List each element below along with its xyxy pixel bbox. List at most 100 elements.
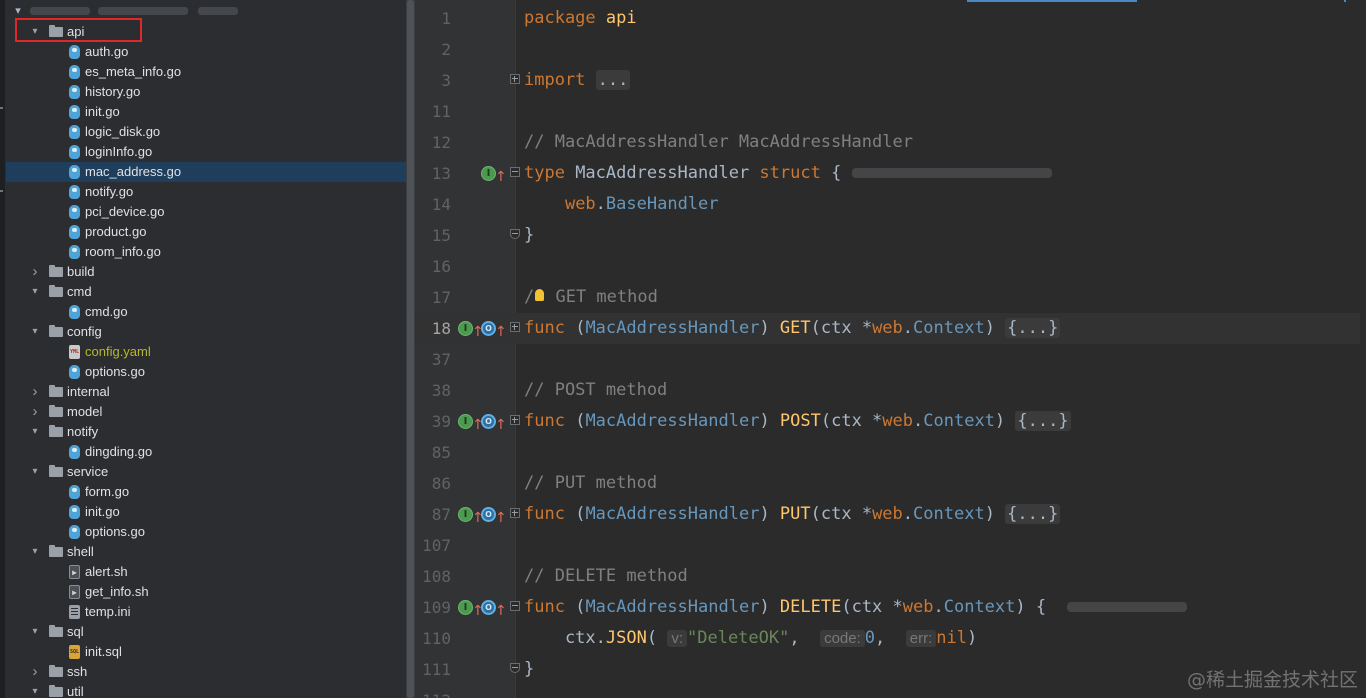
code-line[interactable]: 86 // PUT method [415, 468, 1366, 499]
code-line[interactable]: 37 [415, 344, 1366, 375]
tree-file-item[interactable]: notify.go [6, 182, 406, 202]
chevron-down-icon[interactable]: ▾ [29, 622, 41, 642]
tree-file-item[interactable]: temp.ini [6, 602, 406, 622]
code-line[interactable]: 38 // POST method [415, 375, 1366, 406]
tree-file-item[interactable]: ▶ alert.sh [6, 562, 406, 582]
line-number[interactable]: 38 [415, 375, 451, 406]
code-line[interactable]: 14 web.BaseHandler [415, 189, 1366, 220]
line-number[interactable]: 14 [415, 189, 451, 220]
project-tree[interactable]: ▾ ▾ api auth.go es_meta_info.go history.go in… [0, 0, 406, 698]
tree-folder-shell[interactable]: ▾ shell [6, 542, 406, 562]
tree-file-item[interactable]: product.go [6, 222, 406, 242]
code-line[interactable]: 1 package api [415, 3, 1366, 34]
chevron-right-icon[interactable]: › [29, 262, 41, 282]
line-number[interactable]: 15 [415, 220, 451, 251]
tree-folder-internal[interactable]: › internal [6, 382, 406, 402]
implemented-gutter-icon[interactable]: I [458, 414, 473, 429]
line-number[interactable]: 87 [415, 499, 451, 530]
tree-file-item[interactable]: SQL init.sql [6, 642, 406, 662]
tree-folder-model[interactable]: › model [6, 402, 406, 422]
line-number[interactable]: 18 [415, 313, 451, 344]
tree-file-item[interactable]: cmd.go [6, 302, 406, 322]
fold-expand-icon[interactable] [510, 74, 520, 84]
tree-file-item[interactable]: dingding.go [6, 442, 406, 462]
code-line[interactable]: 85 [415, 437, 1366, 468]
line-number[interactable]: 39 [415, 406, 451, 437]
fold-expand-icon[interactable] [510, 322, 520, 332]
folded-region[interactable]: {...} [1005, 318, 1061, 338]
overrides-gutter-icon[interactable]: O [481, 507, 496, 522]
code-line[interactable]: 16 [415, 251, 1366, 282]
implemented-gutter-icon[interactable]: I [458, 321, 473, 336]
tree-file-item[interactable]: form.go [6, 482, 406, 502]
tree-folder-build[interactable]: › build [6, 262, 406, 282]
tree-file-item[interactable]: logic_disk.go [6, 122, 406, 142]
tree-file-item[interactable]: options.go [6, 522, 406, 542]
code-line[interactable]: 12 // MacAddressHandler MacAddressHandler [415, 127, 1366, 158]
code-line[interactable]: 15} [415, 220, 1366, 251]
tree-file-item[interactable]: YML config.yaml [6, 342, 406, 362]
implemented-gutter-icon[interactable]: I [458, 507, 473, 522]
code-line[interactable]: 3 import ... [415, 65, 1366, 96]
fold-collapse-icon[interactable] [510, 601, 520, 611]
folded-region[interactable]: {...} [1005, 504, 1061, 524]
implemented-gutter-icon[interactable]: I [458, 600, 473, 615]
overrides-gutter-icon[interactable]: O [481, 600, 496, 615]
line-number[interactable]: 2 [415, 34, 451, 65]
implemented-gutter-icon[interactable]: I [481, 166, 496, 181]
code-line[interactable]: 13 I ↑ type MacAddressHandler struct { [415, 158, 1366, 189]
line-number[interactable]: 13 [415, 158, 451, 189]
tree-folder-sql[interactable]: ▾ sql [6, 622, 406, 642]
line-number[interactable]: 11 [415, 96, 451, 127]
scrollbar-thumb[interactable] [407, 0, 414, 698]
tree-folder-ssh[interactable]: › ssh [6, 662, 406, 682]
tree-folder-notify[interactable]: ▾ notify [6, 422, 406, 442]
line-number[interactable]: 85 [415, 437, 451, 468]
chevron-down-icon[interactable]: ▾ [29, 422, 41, 442]
chevron-down-icon[interactable]: ▾ [29, 542, 41, 562]
code-line[interactable]: 11 [415, 96, 1366, 127]
fold-expand-icon[interactable] [510, 508, 520, 518]
line-number[interactable]: 1 [415, 3, 451, 34]
tree-file-item[interactable]: init.go [6, 502, 406, 522]
line-number[interactable]: 12 [415, 127, 451, 158]
chevron-right-icon[interactable]: › [29, 382, 41, 402]
line-number[interactable]: 108 [415, 561, 451, 592]
line-number[interactable]: 37 [415, 344, 451, 375]
fold-collapse-icon[interactable] [510, 229, 520, 239]
line-number[interactable]: 112 [415, 685, 451, 698]
line-number[interactable]: 3 [415, 65, 451, 96]
line-number[interactable]: 109 [415, 592, 451, 623]
code-line[interactable]: 2 [415, 34, 1366, 65]
tree-file-item[interactable]: mac_address.go [6, 162, 406, 182]
tree-folder-cmd[interactable]: ▾ cmd [6, 282, 406, 302]
chevron-down-icon[interactable]: ▾ [12, 4, 24, 17]
code-line[interactable]: 87 I ↑ O ↑ func (MacAddressHandler) PUT(ctx *… [415, 499, 1366, 530]
tree-folder-service[interactable]: ▾ service [6, 462, 406, 482]
chevron-down-icon[interactable]: ▾ [29, 322, 41, 342]
line-number[interactable]: 107 [415, 530, 451, 561]
tree-file-item[interactable]: auth.go [6, 42, 406, 62]
tree-folder-util[interactable]: ▾ util [6, 682, 406, 698]
code-line[interactable]: 17 / GET method [415, 282, 1366, 313]
chevron-down-icon[interactable]: ▾ [29, 462, 41, 482]
fold-collapse-icon[interactable] [510, 167, 520, 177]
tree-file-item[interactable]: init.go [6, 102, 406, 122]
tree-folder-config[interactable]: ▾ config [6, 322, 406, 342]
chevron-down-icon[interactable]: ▾ [29, 282, 41, 302]
tree-file-item[interactable]: room_info.go [6, 242, 406, 262]
tree-file-item[interactable]: history.go [6, 82, 406, 102]
tree-file-item[interactable]: pci_device.go [6, 202, 406, 222]
line-number[interactable]: 110 [415, 623, 451, 654]
tree-file-item[interactable]: loginInfo.go [6, 142, 406, 162]
fold-collapse-icon[interactable] [510, 663, 520, 673]
code-line[interactable]: 108 // DELETE method [415, 561, 1366, 592]
overrides-gutter-icon[interactable]: O [481, 321, 496, 336]
code-editor[interactable]: 1 package api 2 3 import ... 11 12 // MacAddres… [415, 0, 1366, 698]
folded-region[interactable]: ... [595, 70, 631, 90]
line-number[interactable]: 86 [415, 468, 451, 499]
code-line[interactable]: 107 [415, 530, 1366, 561]
tree-file-item[interactable]: options.go [6, 362, 406, 382]
chevron-right-icon[interactable]: › [29, 402, 41, 422]
tree-file-item[interactable]: es_meta_info.go [6, 62, 406, 82]
